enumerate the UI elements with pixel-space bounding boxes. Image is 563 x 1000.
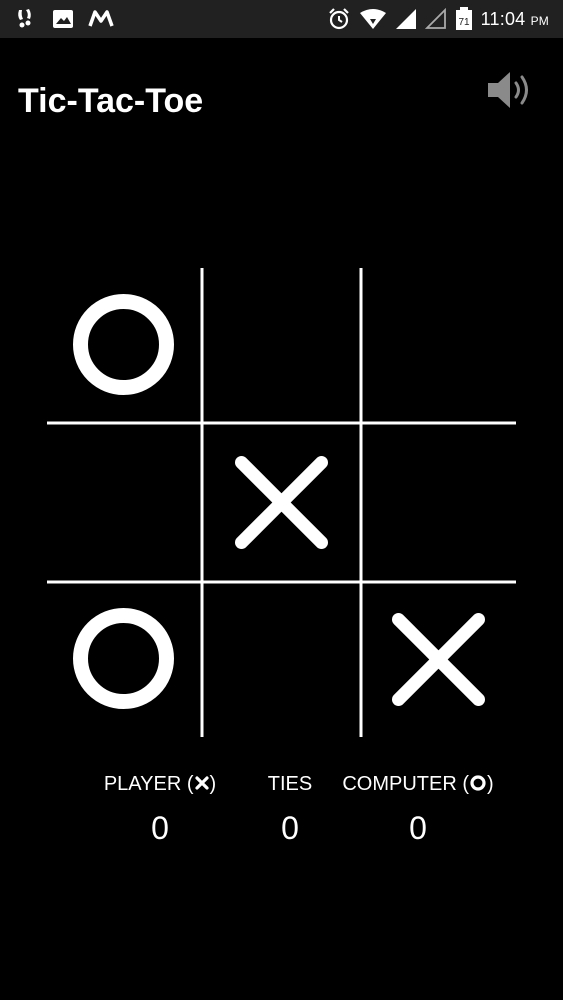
board-cell-4[interactable] [47,423,202,582]
player-score-column: PLAYER () 0 [100,768,220,847]
ties-score-value: 0 [281,810,299,846]
board-cell-6[interactable] [361,423,516,582]
o-icon [470,775,486,791]
board-cell-5[interactable] [202,423,361,582]
x-icon [194,776,209,790]
player-score-label: PLAYER () [103,773,217,795]
player-score-value: 0 [151,810,169,846]
ties-score-label: TIES [267,773,313,795]
board-cell-7[interactable] [47,582,202,737]
computer-score-column: COMPUTER () 0 [340,768,496,847]
scoreboard: PLAYER () 0 TIES 0 COMPUTER () 0 [0,768,563,858]
ties-score-column: TIES 0 [250,768,330,847]
board-cell-2[interactable] [202,268,361,423]
computer-score-label: COMPUTER () [342,773,494,795]
board-cell-1[interactable] [47,268,202,423]
board-cell-8[interactable] [202,582,361,737]
board-cell-9[interactable] [361,582,516,737]
board-cell-3[interactable] [361,268,516,423]
computer-score-value: 0 [409,810,427,846]
